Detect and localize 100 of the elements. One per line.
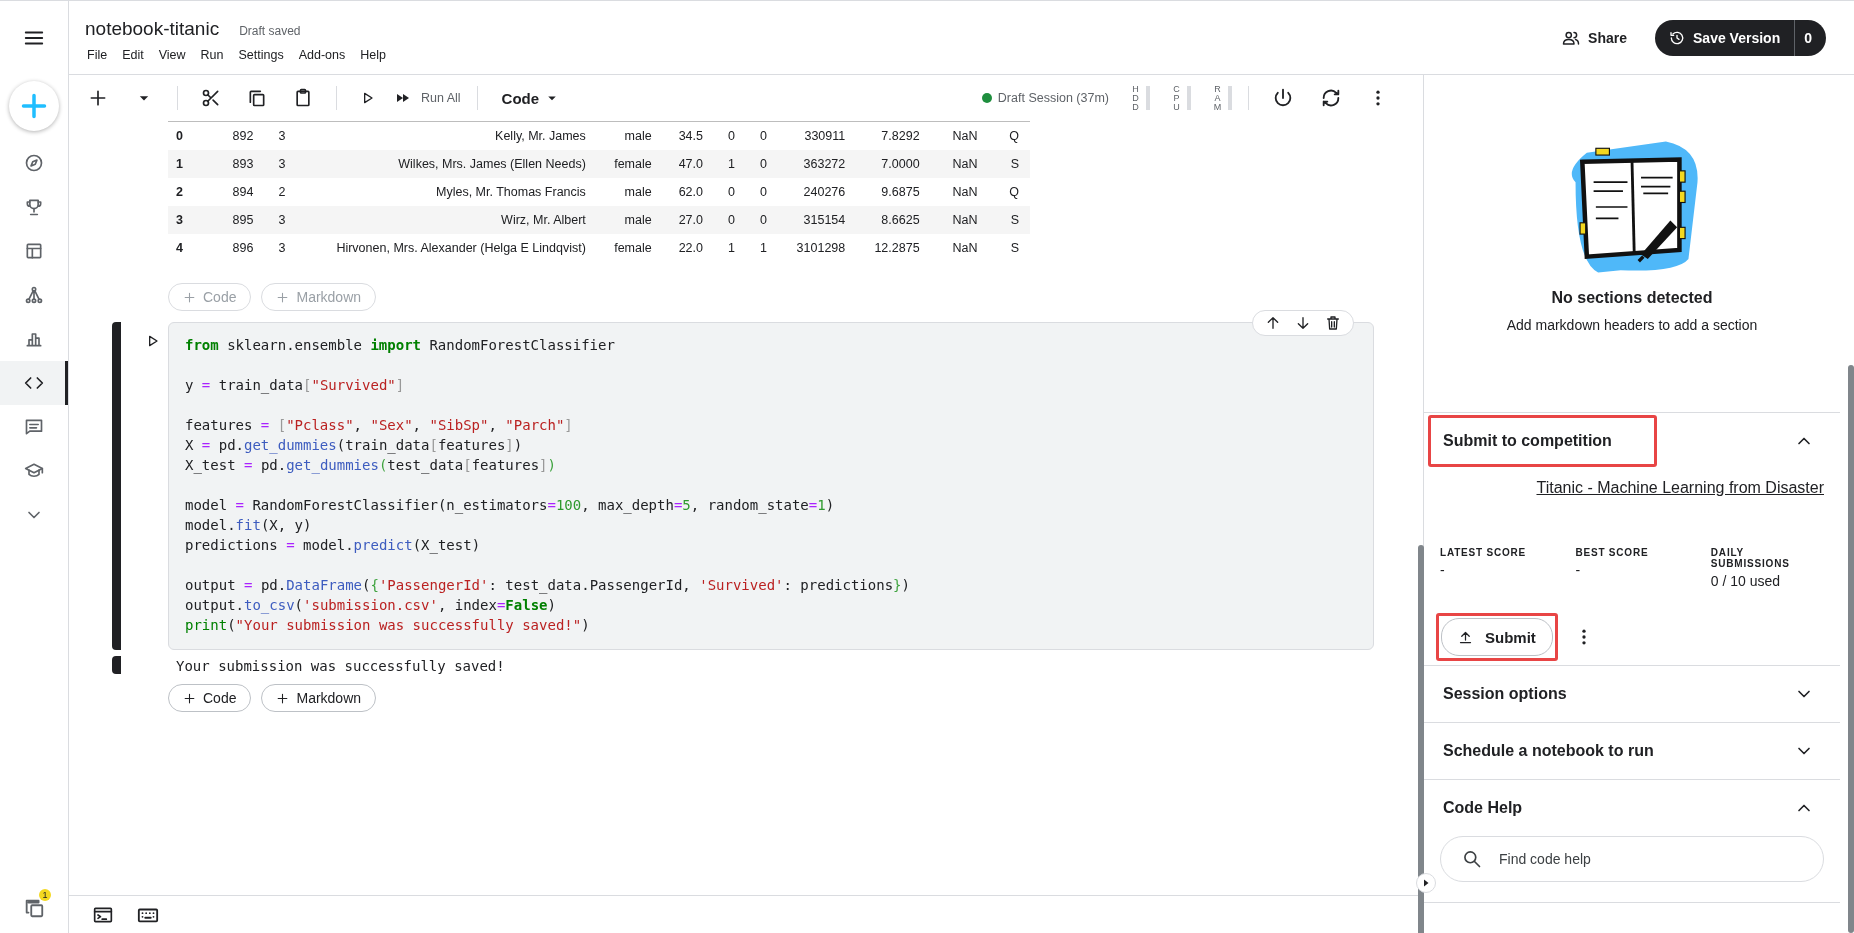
table-cell: female bbox=[596, 234, 663, 262]
share-button[interactable]: Share bbox=[1554, 22, 1636, 53]
menu-item[interactable]: Edit bbox=[122, 47, 144, 62]
network-icon[interactable] bbox=[24, 285, 44, 305]
cut-icon[interactable] bbox=[201, 88, 221, 108]
table-cell: 3101298 bbox=[778, 234, 857, 262]
cell-type-dropdown[interactable]: Code bbox=[501, 89, 562, 107]
code-line: X = pd.get_dummies(train_data[features]) bbox=[185, 436, 524, 455]
section-title[interactable]: Schedule a notebook to run bbox=[1428, 725, 1699, 777]
meter-label: HDD bbox=[1131, 84, 1140, 112]
notification-badge: 1 bbox=[39, 889, 51, 901]
arrow-down-icon[interactable] bbox=[1295, 315, 1311, 331]
table-cell: 894 bbox=[217, 178, 265, 206]
section-title[interactable]: Code Help bbox=[1428, 782, 1568, 834]
competition-link[interactable]: Titanic - Machine Learning from Disaster bbox=[1536, 479, 1824, 497]
menu-item[interactable]: Help bbox=[360, 47, 386, 62]
code-line: predictions = model.predict(X_test) bbox=[185, 536, 482, 555]
table-cell: 240276 bbox=[778, 178, 857, 206]
table-cell: 47.0 bbox=[662, 150, 714, 178]
code-line: from sklearn.ensemble import RandomForestClassifier bbox=[185, 336, 616, 355]
scrollbar[interactable] bbox=[1418, 545, 1424, 933]
empty-state-title: No sections detected bbox=[1551, 289, 1713, 307]
table-cell: 315154 bbox=[778, 206, 857, 234]
table-cell: 1 bbox=[714, 150, 746, 178]
plus-icon[interactable] bbox=[183, 691, 196, 705]
submit-button[interactable]: Submit bbox=[1441, 618, 1553, 656]
section-title[interactable]: Session options bbox=[1428, 668, 1612, 720]
table-cell: 7.0000 bbox=[856, 150, 931, 178]
table-cell: 12.2875 bbox=[856, 234, 931, 262]
arrow-up-icon[interactable] bbox=[1265, 315, 1281, 331]
copy-icon[interactable] bbox=[247, 88, 267, 108]
delete-icon[interactable] bbox=[1325, 315, 1341, 331]
menu-item[interactable]: Add-ons bbox=[298, 47, 346, 62]
trophy-icon[interactable] bbox=[24, 197, 44, 217]
compass-icon[interactable] bbox=[24, 153, 44, 173]
meter-bar bbox=[1146, 86, 1150, 110]
section-title[interactable]: Submit to competition bbox=[1428, 415, 1657, 467]
upload-icon[interactable] bbox=[1458, 629, 1473, 645]
table-cell: Hirvonen, Mrs. Alexander (Helga E Lindqvist) bbox=[296, 234, 597, 262]
add-cell-button[interactable]: Code bbox=[168, 684, 252, 712]
meter-label: RAM bbox=[1213, 84, 1222, 112]
code-line: output.to_csv('submission.csv', index=False) bbox=[185, 596, 557, 615]
menu-item[interactable]: Settings bbox=[238, 47, 284, 62]
table-cell: 363272 bbox=[778, 150, 857, 178]
score-label: DAILY SUBMISSIONS bbox=[1710, 547, 1791, 569]
table-cell: 9.6875 bbox=[856, 178, 931, 206]
plus-icon[interactable] bbox=[276, 691, 290, 705]
table-cell: 62.0 bbox=[662, 178, 714, 206]
menu-item[interactable]: Run bbox=[200, 47, 224, 62]
refresh-icon[interactable] bbox=[1320, 87, 1342, 109]
menu-item[interactable]: File bbox=[87, 47, 108, 62]
save-version-button[interactable]: Save Version 0 bbox=[1655, 19, 1826, 56]
scrollbar[interactable] bbox=[1848, 365, 1854, 933]
code-cell[interactable] bbox=[168, 322, 1374, 650]
notebook-title[interactable]: notebook-titanic bbox=[85, 17, 220, 40]
save-status: Draft saved bbox=[239, 23, 301, 38]
table-cell: 27.0 bbox=[662, 206, 714, 234]
code-line: features = ["Pclass", "Sex", "SibSp", "Parch"] bbox=[185, 416, 574, 435]
menu-item[interactable]: View bbox=[158, 47, 186, 62]
table-cell: NaN bbox=[930, 121, 995, 150]
table-cell: 34.5 bbox=[662, 121, 714, 150]
table-cell: female bbox=[596, 150, 663, 178]
search-icon bbox=[1462, 849, 1482, 869]
table-cell: Q bbox=[994, 178, 1030, 206]
comment-icon[interactable] bbox=[24, 417, 44, 437]
score-value: - bbox=[1575, 562, 1582, 578]
score-label: LATEST SCORE bbox=[1440, 547, 1528, 558]
table-cell: Myles, Mr. Thomas Francis bbox=[296, 178, 597, 206]
table-cell: male bbox=[596, 121, 663, 150]
version-count: 0 bbox=[1794, 19, 1826, 56]
row-index: 0 bbox=[168, 121, 217, 150]
cell-output: Your submission was successfully saved! bbox=[175, 657, 505, 676]
table-cell: 7.8292 bbox=[856, 121, 931, 150]
add-cell-button[interactable]: Markdown bbox=[261, 684, 377, 712]
power-icon[interactable] bbox=[1272, 87, 1294, 109]
paste-icon[interactable] bbox=[293, 88, 313, 108]
table-cell: 895 bbox=[217, 206, 265, 234]
history-icon[interactable] bbox=[1669, 29, 1686, 46]
search-field[interactable]: Find code help bbox=[1440, 836, 1824, 882]
stacked-windows-icon[interactable] bbox=[23, 897, 45, 919]
table-cell: 22.0 bbox=[662, 234, 714, 262]
table-cell: 0 bbox=[746, 121, 779, 150]
code-line: output = pd.DataFrame({'PassengerId': test_data.PassengerId, 'Survived': predictions}) bbox=[185, 576, 911, 595]
table-icon[interactable] bbox=[24, 241, 44, 261]
table-cell: Wirz, Mr. Albert bbox=[296, 206, 597, 234]
score-value: - bbox=[1440, 562, 1446, 578]
score-label: BEST SCORE bbox=[1575, 547, 1650, 558]
table-cell: 0 bbox=[746, 178, 779, 206]
row-index: 4 bbox=[168, 234, 217, 262]
meter-bar bbox=[1187, 86, 1191, 110]
code-line: model.fit(X, y) bbox=[185, 516, 313, 535]
meter-bar bbox=[1228, 86, 1232, 110]
add-cell-icon[interactable] bbox=[88, 88, 108, 108]
sidebar-item[interactable] bbox=[0, 361, 68, 405]
table-cell: S bbox=[994, 206, 1030, 234]
table-cell: Wilkes, Mrs. James (Ellen Needs) bbox=[296, 150, 597, 178]
session-status[interactable]: Draft Session (37m) bbox=[997, 91, 1109, 105]
table-cell: Kelly, Mr. James bbox=[296, 121, 597, 150]
run-all-button[interactable]: Run All bbox=[395, 90, 461, 106]
table-cell: 0 bbox=[746, 150, 779, 178]
